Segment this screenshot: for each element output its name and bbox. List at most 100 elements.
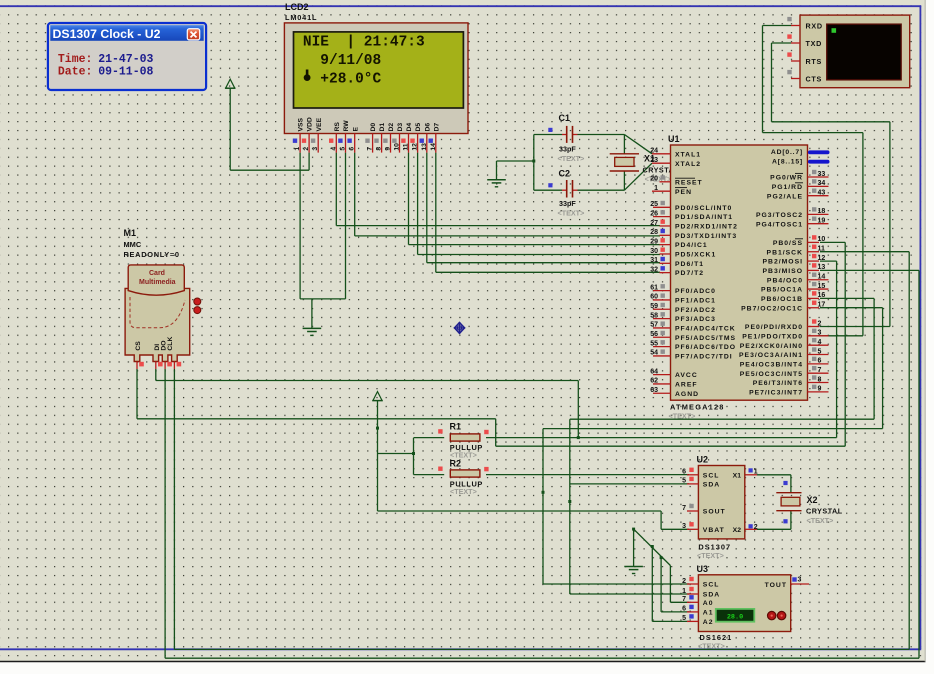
svg-text:PF2/ADC2: PF2/ADC2: [675, 307, 716, 314]
svg-text:9/11/08: 9/11/08: [303, 53, 381, 69]
svg-text:2: 2: [303, 147, 310, 151]
svg-text:5: 5: [682, 478, 686, 485]
svg-text:PE0/PDI/RXD0: PE0/PDI/RXD0: [745, 324, 803, 331]
svg-text:9: 9: [385, 147, 392, 151]
svg-text:PF7/ADC7/TDI: PF7/ADC7/TDI: [675, 354, 733, 361]
svg-text:10: 10: [818, 236, 826, 243]
svg-text:6: 6: [682, 469, 686, 476]
svg-text:D7: D7: [433, 123, 440, 132]
svg-text:13: 13: [818, 264, 826, 271]
svg-text:14: 14: [430, 143, 437, 151]
svg-text:21-47-03: 21-47-03: [98, 53, 153, 66]
svg-text:8: 8: [818, 376, 822, 383]
svg-text:RS: RS: [334, 122, 341, 132]
svg-text:7: 7: [818, 367, 822, 374]
svg-text:29: 29: [650, 238, 658, 245]
svg-text:PD4/IC1: PD4/IC1: [675, 242, 708, 249]
svg-text:PD1/SDA/INT1: PD1/SDA/INT1: [675, 214, 733, 221]
svg-text:PE7/IC3/INT7: PE7/IC3/INT7: [749, 389, 803, 396]
svg-text:59: 59: [650, 303, 658, 310]
svg-text:U2: U2: [697, 455, 709, 465]
svg-text:24: 24: [650, 148, 658, 155]
svg-text:READONLY=0: READONLY=0: [124, 250, 180, 259]
svg-text:09-11-08: 09-11-08: [98, 66, 153, 79]
svg-text:SOUT: SOUT: [703, 509, 726, 516]
svg-text:1: 1: [294, 147, 301, 151]
svg-text:D0: D0: [370, 123, 377, 132]
svg-text:PB5/OC1A: PB5/OC1A: [761, 287, 803, 294]
svg-text:LCD2: LCD2: [285, 2, 309, 12]
svg-text:PB7/OC2/OC1C: PB7/OC2/OC1C: [741, 305, 803, 312]
svg-text:A[8..15]: A[8..15]: [772, 159, 803, 166]
svg-text:6: 6: [349, 147, 356, 151]
svg-text:2: 2: [818, 320, 822, 327]
svg-text:PF4/ADC4/TCK: PF4/ADC4/TCK: [675, 326, 736, 333]
svg-text:12: 12: [412, 143, 419, 151]
svg-text:4: 4: [818, 339, 822, 346]
svg-text:43: 43: [818, 190, 826, 197]
svg-text:PG3/TOSC2: PG3/TOSC2: [756, 212, 803, 219]
svg-text:PF0/ADC0: PF0/ADC0: [675, 288, 716, 295]
svg-text:3: 3: [798, 577, 802, 584]
svg-text:60: 60: [650, 294, 658, 301]
svg-text:<TEXT>: <TEXT>: [697, 551, 724, 560]
svg-text:PB4/OC0: PB4/OC0: [767, 277, 803, 284]
svg-text:SCL: SCL: [703, 472, 720, 479]
svg-text:<TEXT>: <TEXT>: [450, 487, 477, 496]
svg-text:PE2/XCK0/AIN0: PE2/XCK0/AIN0: [740, 343, 803, 350]
svg-text:C2: C2: [559, 169, 571, 179]
svg-text:Date:: Date:: [58, 66, 93, 79]
svg-text:A0: A0: [703, 600, 714, 607]
svg-text:A2: A2: [703, 619, 714, 626]
svg-text:33pF: 33pF: [559, 145, 576, 154]
svg-text:PB3/MISO: PB3/MISO: [763, 268, 803, 275]
svg-text:<TEXT>: <TEXT>: [558, 154, 585, 163]
svg-text:PG4/TOSC1: PG4/TOSC1: [756, 221, 803, 228]
svg-text:RW: RW: [343, 120, 350, 132]
svg-text:VSS: VSS: [298, 117, 305, 131]
svg-text:D5: D5: [415, 123, 422, 132]
svg-text:R2: R2: [450, 459, 462, 469]
svg-text:ATMEGA128: ATMEGA128: [670, 403, 725, 412]
svg-text:TOUT: TOUT: [765, 582, 787, 589]
svg-text:13: 13: [421, 143, 428, 151]
svg-text:1: 1: [754, 468, 758, 475]
svg-text:61: 61: [650, 284, 658, 291]
svg-text:CS: CS: [135, 341, 142, 351]
svg-text:PE4/OC3B/INT4: PE4/OC3B/INT4: [740, 361, 803, 368]
svg-text:AREF: AREF: [675, 382, 698, 389]
svg-text:PD3/TXD1/INT3: PD3/TXD1/INT3: [675, 233, 737, 240]
svg-text:XTAL2: XTAL2: [675, 161, 701, 168]
svg-text:5: 5: [340, 147, 347, 151]
svg-text:Time:: Time:: [58, 53, 93, 66]
svg-text:33pF: 33pF: [559, 199, 576, 208]
svg-text:10: 10: [394, 143, 401, 151]
svg-text:31: 31: [650, 257, 658, 264]
svg-text:CTS: CTS: [806, 74, 822, 83]
svg-text:1: 1: [682, 588, 686, 595]
svg-text:CRYSTAL: CRYSTAL: [806, 507, 843, 516]
svg-text:64: 64: [650, 368, 658, 375]
svg-text:AD[0..7]: AD[0..7]: [771, 149, 803, 156]
svg-text:4: 4: [330, 147, 337, 151]
svg-text:63: 63: [650, 387, 658, 394]
svg-text:54: 54: [650, 350, 658, 357]
svg-text:1: 1: [654, 185, 658, 192]
svg-text:PF1/ADC1: PF1/ADC1: [675, 298, 716, 305]
svg-text:+28.0°C: +28.0°C: [303, 72, 382, 88]
svg-text:2: 2: [682, 578, 686, 585]
svg-text:7: 7: [682, 505, 686, 512]
svg-text:30: 30: [650, 248, 658, 255]
svg-text:DS1307 Clock - U2: DS1307 Clock - U2: [53, 27, 161, 41]
svg-text:SDA: SDA: [703, 482, 720, 489]
svg-text:6: 6: [818, 358, 822, 365]
svg-text:3: 3: [312, 147, 319, 151]
svg-text:<TEXT>: <TEXT>: [807, 516, 834, 525]
svg-text:PD7/T2: PD7/T2: [675, 270, 704, 277]
svg-text:X2: X2: [807, 495, 818, 505]
svg-text:RTS: RTS: [806, 57, 822, 66]
svg-text:PF3/ADC3: PF3/ADC3: [675, 316, 716, 323]
svg-text:32: 32: [650, 266, 658, 273]
svg-text:PEN: PEN: [675, 189, 692, 196]
svg-text:PB0/SS: PB0/SS: [773, 240, 803, 247]
